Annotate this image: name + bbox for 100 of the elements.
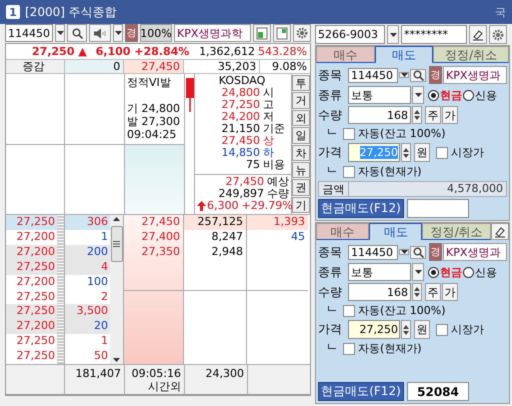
field-label: 가격 <box>318 144 343 161</box>
spin-button[interactable] <box>412 106 422 124</box>
account-field[interactable]: 5266-9003 <box>315 25 385 44</box>
checkbox[interactable] <box>343 128 355 140</box>
checkbox[interactable] <box>436 146 448 158</box>
change-value: 0 <box>64 60 124 73</box>
dropdown-button[interactable] <box>387 25 399 44</box>
order-type-select[interactable]: 보통 <box>348 263 411 281</box>
dropdown-button[interactable] <box>399 72 409 78</box>
side-tab[interactable]: 일 <box>292 127 310 144</box>
session-label: 시간외 <box>148 380 181 393</box>
checkbox[interactable] <box>436 324 448 336</box>
radio-button[interactable] <box>428 266 439 278</box>
spin-button[interactable] <box>401 320 411 339</box>
trade-volume: 1,362,612 <box>198 44 256 59</box>
checkbox-label: 자동(잔고 100%) <box>358 303 446 318</box>
margin-ratio: 100% <box>140 24 172 42</box>
scrollbar[interactable] <box>110 215 124 364</box>
radio-button[interactable] <box>463 90 474 100</box>
bid-price: 27,450 <box>140 215 181 230</box>
field-label: 종목 <box>318 66 343 84</box>
current-price: 27,250 ▲ <box>30 44 88 59</box>
order-tab[interactable]: 정정/취소 <box>422 223 492 240</box>
price-field[interactable]: 27,250 <box>348 320 400 339</box>
unit-button[interactable]: 원 <box>414 320 430 339</box>
volume-rate: 543.28% <box>258 44 308 59</box>
order-tab[interactable]: 매수 <box>316 46 375 63</box>
spin-button[interactable] <box>401 143 411 162</box>
side-tab[interactable]: 외 <box>292 110 310 126</box>
tick-price: 27,250 <box>16 215 56 230</box>
bid-price: 27,350 <box>140 245 181 260</box>
order-type-select[interactable]: 보통 <box>348 86 411 104</box>
side-tab[interactable]: 차 <box>292 144 310 161</box>
side-tab[interactable]: 거 <box>292 92 310 109</box>
side-tab[interactable]: 뉴 <box>292 162 310 178</box>
side-tab[interactable]: 권 <box>292 179 310 196</box>
expected-label: 수량 <box>267 188 289 200</box>
order-tab[interactable]: 정정/취소 <box>433 46 510 63</box>
radio-label: 신용 <box>475 264 497 280</box>
checkbox-label: 자동(현재가) <box>358 341 422 356</box>
search-icon <box>412 70 424 80</box>
dropdown-button[interactable] <box>399 249 409 255</box>
dropdown-button[interactable] <box>55 24 65 42</box>
radio-button[interactable] <box>463 266 474 278</box>
dropdown-button[interactable] <box>412 86 424 104</box>
stock-code-field[interactable]: 114450 <box>5 24 53 42</box>
window-title: [2000] 주식종합 <box>25 4 118 20</box>
eraser-icon <box>472 28 484 40</box>
checkbox[interactable] <box>343 342 355 354</box>
unit-button[interactable]: 주 <box>425 283 441 301</box>
submit-order-button[interactable]: 현금매도(F12) <box>318 199 404 218</box>
quantity-field[interactable]: 168 <box>348 106 411 124</box>
radio-label: 현금 <box>440 264 462 280</box>
stock-code-field[interactable]: 114450 <box>348 244 398 260</box>
chart-button[interactable] <box>253 24 271 42</box>
search-button[interactable] <box>410 68 426 82</box>
caret-icon <box>390 32 396 36</box>
dropdown-button[interactable] <box>412 263 424 281</box>
settings-button[interactable] <box>293 24 311 42</box>
dropdown-button[interactable] <box>113 24 123 42</box>
unit-button[interactable]: 원 <box>414 143 430 162</box>
stock-code-field[interactable]: 114450 <box>348 68 398 82</box>
checkbox[interactable] <box>343 304 355 316</box>
checkbox[interactable] <box>343 166 355 178</box>
order-tab[interactable]: 매도 <box>374 46 434 63</box>
window-button[interactable] <box>273 24 291 42</box>
side-tab[interactable]: 투 <box>292 75 310 92</box>
side-tab[interactable]: 기 <box>292 196 310 213</box>
quantity-button[interactable]: 가 <box>442 283 458 301</box>
market-value: 75 <box>245 159 260 171</box>
password-field[interactable]: ******** <box>401 25 467 44</box>
grade-badge: 경 <box>429 66 442 84</box>
spin-arrows-icon <box>414 109 420 121</box>
scroll-thumb[interactable] <box>110 226 122 262</box>
settings-button[interactable] <box>489 25 507 44</box>
speaker-button[interactable] <box>89 24 111 42</box>
amount-value: 4,578,000 <box>446 182 504 196</box>
quantity-button[interactable]: 가 <box>442 106 458 124</box>
scroll-up-icon[interactable] <box>113 215 120 223</box>
field-label: 종목 <box>318 244 343 260</box>
market-name: KOSDAQ <box>218 75 266 87</box>
unit-button[interactable]: 주 <box>425 106 441 124</box>
eraser-button[interactable] <box>469 25 487 44</box>
tick-price: 27,250 <box>16 260 56 275</box>
eraser-button[interactable] <box>491 223 510 240</box>
scroll-down-icon[interactable] <box>113 356 120 364</box>
field-label: 종류 <box>318 264 343 280</box>
tick-quantity: 1 <box>100 334 109 350</box>
spin-button[interactable] <box>412 283 422 301</box>
search-button[interactable] <box>410 246 426 258</box>
volume-value: 35,203 <box>184 60 260 73</box>
search-button[interactable] <box>67 24 87 42</box>
radio-button[interactable] <box>428 90 439 100</box>
order-tab[interactable]: 매수 <box>316 223 370 240</box>
quantity-field[interactable]: 168 <box>348 283 411 301</box>
caret-icon <box>400 73 408 77</box>
tick-quantity: 100 <box>86 274 109 290</box>
candle-icon <box>186 78 194 112</box>
order-tab[interactable]: 매도 <box>369 223 422 240</box>
submit-order-button[interactable]: 현금매도(F12) <box>318 382 404 401</box>
